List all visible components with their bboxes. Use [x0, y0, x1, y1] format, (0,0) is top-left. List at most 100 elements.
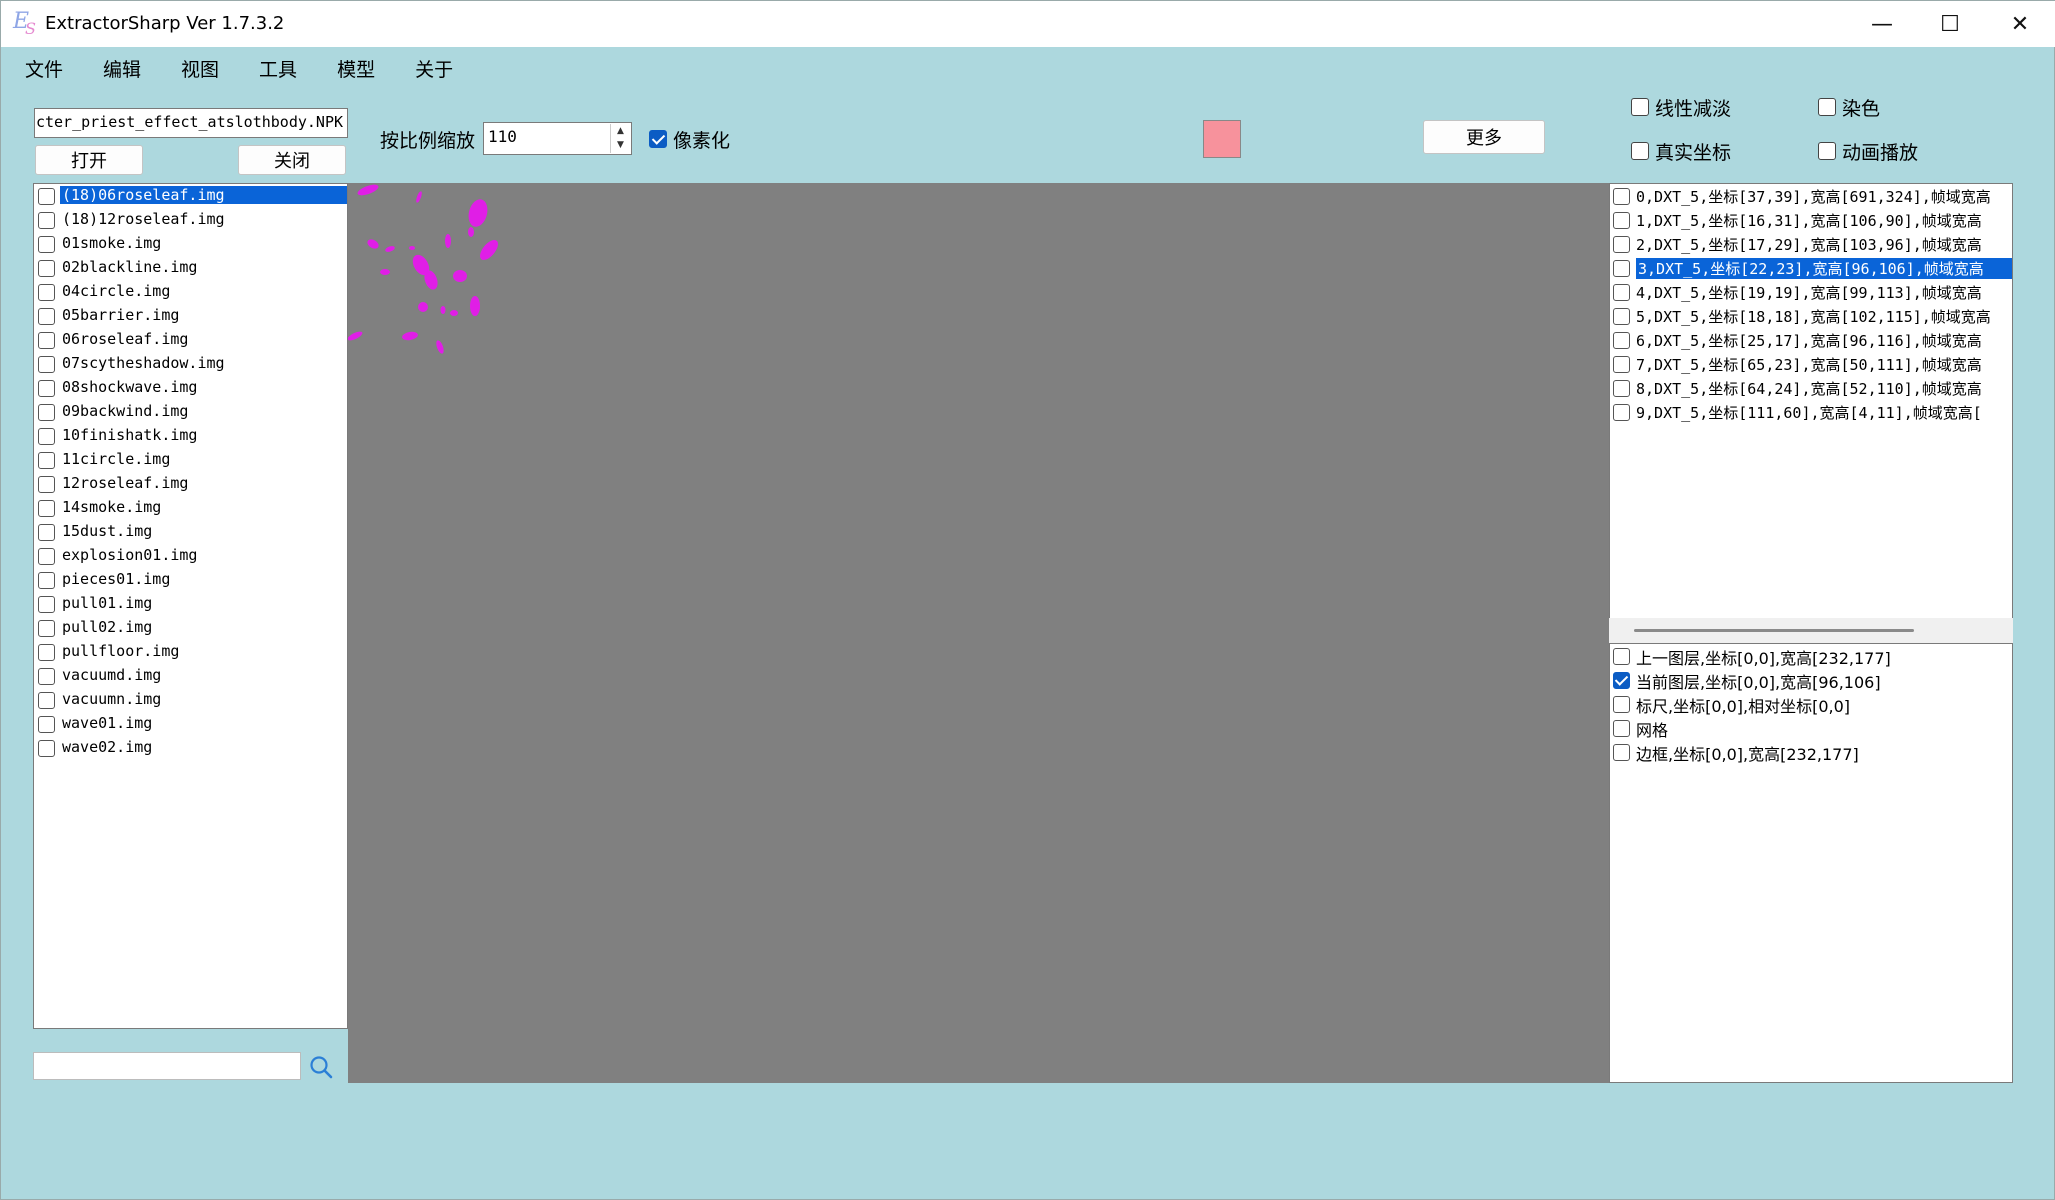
chevron-up-icon[interactable]: ▲	[611, 124, 630, 138]
list-item[interactable]: 06roseleaf.img	[34, 328, 347, 352]
list-item[interactable]: 0,DXT_5,坐标[37,39],宽高[691,324],帧域宽高	[1610, 184, 2012, 208]
file-checkbox[interactable]	[38, 716, 55, 733]
file-checkbox[interactable]	[38, 212, 55, 229]
layer-checkbox[interactable]	[1613, 672, 1630, 689]
layer-checkbox[interactable]	[1613, 648, 1630, 665]
list-item[interactable]: 08shockwave.img	[34, 376, 347, 400]
menu-tools[interactable]: 工具	[259, 47, 297, 87]
list-item[interactable]: 5,DXT_5,坐标[18,18],宽高[102,115],帧域宽高	[1610, 304, 2012, 328]
list-item[interactable]: 04circle.img	[34, 280, 347, 304]
list-item[interactable]: 当前图层,坐标[0,0],宽高[96,106]	[1610, 668, 2012, 692]
list-item[interactable]: 8,DXT_5,坐标[64,24],宽高[52,110],帧域宽高	[1610, 376, 2012, 400]
list-item[interactable]: 14smoke.img	[34, 496, 347, 520]
open-button[interactable]: 打开	[35, 145, 143, 175]
file-checkbox[interactable]	[38, 284, 55, 301]
frame-checkbox[interactable]	[1613, 404, 1630, 421]
list-item[interactable]: 6,DXT_5,坐标[25,17],宽高[96,116],帧域宽高	[1610, 328, 2012, 352]
close-button[interactable]: ✕	[1985, 1, 2055, 47]
list-item[interactable]: vacuumd.img	[34, 664, 347, 688]
menu-model[interactable]: 模型	[337, 47, 375, 87]
file-path-field[interactable]: cter_priest_effect_atslothbody.NPK	[34, 108, 348, 138]
list-item[interactable]: pullfloor.img	[34, 640, 347, 664]
file-checkbox[interactable]	[38, 476, 55, 493]
linear-fade-checkbox[interactable]	[1631, 98, 1649, 116]
file-checkbox[interactable]	[38, 380, 55, 397]
layer-checkbox[interactable]	[1613, 696, 1630, 713]
frame-checkbox[interactable]	[1613, 188, 1630, 205]
more-button[interactable]: 更多	[1423, 120, 1545, 154]
scrollbar-thumb[interactable]	[1634, 629, 1914, 632]
list-item[interactable]: 9,DXT_5,坐标[111,60],宽高[4,11],帧域宽高[	[1610, 400, 2012, 424]
close-file-button[interactable]: 关闭	[238, 145, 346, 175]
list-item[interactable]: 12roseleaf.img	[34, 472, 347, 496]
list-item[interactable]: 上一图层,坐标[0,0],宽高[232,177]	[1610, 644, 2012, 668]
frame-checkbox[interactable]	[1613, 380, 1630, 397]
list-item[interactable]: 7,DXT_5,坐标[65,23],宽高[50,111],帧域宽高	[1610, 352, 2012, 376]
maximize-button[interactable]: ☐	[1915, 1, 1985, 47]
list-item[interactable]: wave01.img	[34, 712, 347, 736]
list-item[interactable]: 标尺,坐标[0,0],相对坐标[0,0]	[1610, 692, 2012, 716]
pixelate-checkbox[interactable]	[649, 130, 667, 148]
frame-list[interactable]: 0,DXT_5,坐标[37,39],宽高[691,324],帧域宽高 1,DXT_…	[1609, 183, 2013, 643]
frame-list-scrollbar[interactable]	[1609, 618, 2013, 643]
minimize-button[interactable]: —	[1847, 1, 1917, 47]
menu-edit[interactable]: 编辑	[103, 47, 141, 87]
chevron-down-icon[interactable]: ▼	[611, 138, 630, 152]
list-item[interactable]: pull01.img	[34, 592, 347, 616]
list-item[interactable]: 05barrier.img	[34, 304, 347, 328]
file-checkbox[interactable]	[38, 356, 55, 373]
list-item[interactable]: 15dust.img	[34, 520, 347, 544]
list-item[interactable]: vacuumn.img	[34, 688, 347, 712]
layer-checkbox[interactable]	[1613, 744, 1630, 761]
list-item[interactable]: explosion01.img	[34, 544, 347, 568]
list-item[interactable]: 网格	[1610, 716, 2012, 740]
list-item[interactable]: 02blackline.img	[34, 256, 347, 280]
file-checkbox[interactable]	[38, 500, 55, 517]
color-swatch[interactable]	[1203, 120, 1241, 158]
frame-checkbox[interactable]	[1613, 356, 1630, 373]
list-item[interactable]: 1,DXT_5,坐标[16,31],宽高[106,90],帧域宽高	[1610, 208, 2012, 232]
frame-checkbox[interactable]	[1613, 260, 1630, 277]
list-item[interactable]: 11circle.img	[34, 448, 347, 472]
file-checkbox[interactable]	[38, 236, 55, 253]
menu-about[interactable]: 关于	[415, 47, 453, 87]
list-item[interactable]: pull02.img	[34, 616, 347, 640]
list-item[interactable]: 09backwind.img	[34, 400, 347, 424]
dye-checkbox[interactable]	[1818, 98, 1836, 116]
file-checkbox[interactable]	[38, 308, 55, 325]
list-item[interactable]: (18)12roseleaf.img	[34, 208, 347, 232]
file-checkbox[interactable]	[38, 188, 55, 205]
list-item[interactable]: (18)06roseleaf.img	[34, 184, 347, 208]
frame-checkbox[interactable]	[1613, 236, 1630, 253]
file-checkbox[interactable]	[38, 740, 55, 757]
file-checkbox[interactable]	[38, 692, 55, 709]
img-file-list[interactable]: (18)06roseleaf.img (18)12roseleaf.img 01sm…	[33, 183, 348, 1029]
list-item[interactable]: pieces01.img	[34, 568, 347, 592]
file-checkbox[interactable]	[38, 452, 55, 469]
layer-checkbox[interactable]	[1613, 720, 1630, 737]
list-item[interactable]: 3,DXT_5,坐标[22,23],宽高[96,106],帧域宽高	[1610, 256, 2012, 280]
list-item[interactable]: 10finishatk.img	[34, 424, 347, 448]
file-checkbox[interactable]	[38, 644, 55, 661]
frame-checkbox[interactable]	[1613, 332, 1630, 349]
file-checkbox[interactable]	[38, 668, 55, 685]
list-item[interactable]: 2,DXT_5,坐标[17,29],宽高[103,96],帧域宽高	[1610, 232, 2012, 256]
file-checkbox[interactable]	[38, 404, 55, 421]
file-checkbox[interactable]	[38, 596, 55, 613]
frame-checkbox[interactable]	[1613, 284, 1630, 301]
list-item[interactable]: 边框,坐标[0,0],宽高[232,177]	[1610, 740, 2012, 764]
file-checkbox[interactable]	[38, 524, 55, 541]
file-checkbox[interactable]	[38, 620, 55, 637]
frame-checkbox[interactable]	[1613, 308, 1630, 325]
frame-checkbox[interactable]	[1613, 212, 1630, 229]
list-item[interactable]: wave02.img	[34, 736, 347, 760]
list-item[interactable]: 4,DXT_5,坐标[19,19],宽高[99,113],帧域宽高	[1610, 280, 2012, 304]
scale-stepper[interactable]: 110 ▲ ▼	[483, 122, 632, 155]
file-checkbox[interactable]	[38, 332, 55, 349]
search-input[interactable]	[33, 1052, 301, 1080]
file-checkbox[interactable]	[38, 260, 55, 277]
file-checkbox[interactable]	[38, 548, 55, 565]
file-checkbox[interactable]	[38, 428, 55, 445]
animation-checkbox[interactable]	[1818, 142, 1836, 160]
real-coord-checkbox[interactable]	[1631, 142, 1649, 160]
